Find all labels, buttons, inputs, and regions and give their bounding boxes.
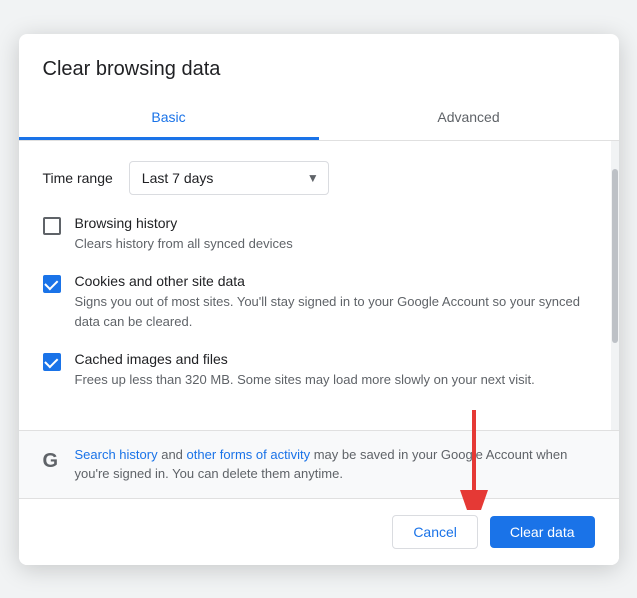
browsing-history-item: Browsing history Clears history from all… xyxy=(43,215,595,254)
dialog-title: Clear browsing data xyxy=(19,34,619,81)
info-banner: G Search history and other forms of acti… xyxy=(19,430,619,498)
browsing-history-text: Browsing history Clears history from all… xyxy=(75,215,595,254)
cached-item: Cached images and files Frees up less th… xyxy=(43,351,595,390)
google-g-icon: G xyxy=(43,446,63,476)
cancel-button[interactable]: Cancel xyxy=(392,515,478,549)
info-banner-text: Search history and other forms of activi… xyxy=(75,445,595,484)
search-history-link[interactable]: Search history xyxy=(75,447,158,462)
time-range-select-wrapper: Last hour Last 24 hours Last 7 days Last… xyxy=(129,161,329,195)
cookies-item: Cookies and other site data Signs you ou… xyxy=(43,273,595,331)
time-range-select[interactable]: Last hour Last 24 hours Last 7 days Last… xyxy=(129,161,329,195)
dialog-body: Time range Last hour Last 24 hours Last … xyxy=(19,141,619,430)
dialog-footer: Cancel Clear data xyxy=(19,498,619,565)
clear-data-button[interactable]: Clear data xyxy=(490,516,595,548)
tab-advanced[interactable]: Advanced xyxy=(319,97,619,140)
scrollbar-thumb[interactable] xyxy=(612,169,618,342)
tab-basic[interactable]: Basic xyxy=(19,97,319,140)
cached-checkbox[interactable] xyxy=(43,353,61,371)
cached-desc: Frees up less than 320 MB. Some sites ma… xyxy=(75,370,595,390)
browsing-history-title: Browsing history xyxy=(75,215,595,231)
tab-bar: Basic Advanced xyxy=(19,97,619,141)
time-range-label: Time range xyxy=(43,170,113,186)
cookies-title: Cookies and other site data xyxy=(75,273,595,289)
other-activity-link[interactable]: other forms of activity xyxy=(187,447,311,462)
cached-title: Cached images and files xyxy=(75,351,595,367)
cookies-text: Cookies and other site data Signs you ou… xyxy=(75,273,595,331)
browsing-history-checkbox[interactable] xyxy=(43,217,61,235)
clear-browsing-data-dialog: Clear browsing data Basic Advanced Time … xyxy=(19,34,619,565)
browsing-history-desc: Clears history from all synced devices xyxy=(75,234,595,254)
scrollbar-track[interactable] xyxy=(611,141,619,430)
cookies-desc: Signs you out of most sites. You'll stay… xyxy=(75,292,595,331)
cached-text: Cached images and files Frees up less th… xyxy=(75,351,595,390)
time-range-row: Time range Last hour Last 24 hours Last … xyxy=(43,161,595,195)
cookies-checkbox[interactable] xyxy=(43,275,61,293)
